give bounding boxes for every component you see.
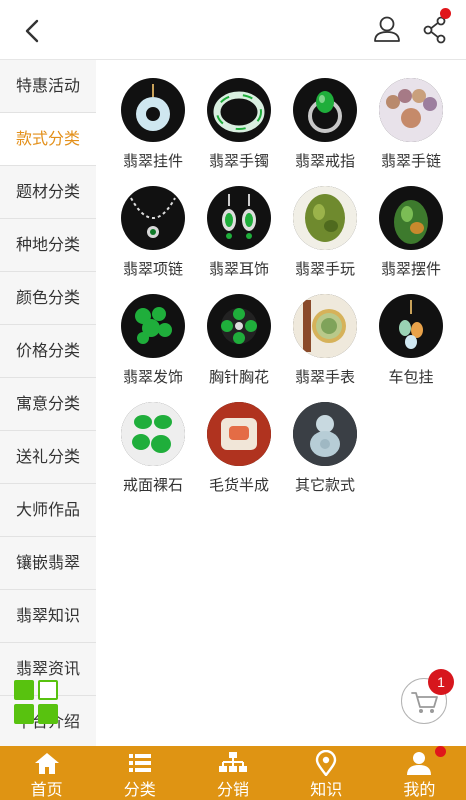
sidebar-item[interactable]: 大师作品 bbox=[0, 484, 96, 537]
category-item[interactable]: 翡翠挂件 bbox=[110, 78, 196, 186]
grid-square bbox=[38, 680, 58, 700]
tab-item[interactable]: 分销 bbox=[186, 746, 279, 800]
category-item[interactable]: 翡翠发饰 bbox=[110, 294, 196, 402]
category-label: 翡翠发饰 bbox=[122, 369, 183, 386]
tab-label: 分销 bbox=[217, 782, 250, 799]
tab-label: 知识 bbox=[310, 782, 343, 799]
tab-item[interactable]: 知识 bbox=[280, 746, 373, 800]
category-thumbnail bbox=[293, 294, 357, 358]
category-label: 翡翠耳饰 bbox=[208, 261, 269, 278]
category-sidebar: 特惠活动 款式分类 题材分类 种地分类 颜色分类 价格分类 寓意分类 送礼分类 大师作品 镶嵌翡翠… bbox=[0, 60, 96, 746]
category-thumbnail bbox=[293, 78, 357, 142]
cart-button[interactable]: 1 bbox=[401, 669, 454, 724]
org-chart-icon bbox=[218, 746, 248, 781]
category-label: 毛货半成 bbox=[208, 477, 269, 494]
category-thumbnail bbox=[379, 186, 443, 250]
category-label: 戒面裸石 bbox=[122, 477, 183, 494]
category-item[interactable]: 翡翠戒指 bbox=[282, 78, 368, 186]
category-label: 翡翠戒指 bbox=[294, 153, 355, 170]
sidebar-item[interactable]: 题材分类 bbox=[0, 166, 96, 219]
sidebar-item[interactable]: 送礼分类 bbox=[0, 431, 96, 484]
sidebar-item[interactable]: 寓意分类 bbox=[0, 378, 96, 431]
category-label: 翡翠手表 bbox=[294, 369, 355, 386]
tab-label: 我的 bbox=[403, 782, 436, 799]
category-thumbnail bbox=[121, 186, 185, 250]
category-thumbnail bbox=[207, 402, 271, 466]
tab-item[interactable]: 首页 bbox=[0, 746, 93, 800]
sidebar-item[interactable]: 特惠活动 bbox=[0, 60, 96, 113]
category-thumbnail bbox=[207, 78, 271, 142]
category-thumbnail bbox=[293, 186, 357, 250]
category-item[interactable]: 胸针胸花 bbox=[196, 294, 282, 402]
category-item[interactable]: 戒面裸石 bbox=[110, 402, 196, 510]
category-thumbnail bbox=[121, 402, 185, 466]
category-label: 翡翠摆件 bbox=[380, 261, 441, 278]
sidebar-item[interactable]: 颜色分类 bbox=[0, 272, 96, 325]
location-pin-icon bbox=[311, 746, 341, 781]
sidebar-item[interactable]: 翡翠知识 bbox=[0, 590, 96, 643]
user-button[interactable] bbox=[372, 14, 402, 44]
category-thumbnail bbox=[379, 78, 443, 142]
category-item[interactable]: 翡翠项链 bbox=[110, 186, 196, 294]
category-label: 翡翠手玩 bbox=[294, 261, 355, 278]
tab-label: 首页 bbox=[30, 782, 63, 799]
back-button[interactable] bbox=[18, 16, 48, 46]
category-item[interactable]: 翡翠耳饰 bbox=[196, 186, 282, 294]
category-thumbnail bbox=[207, 294, 271, 358]
grid-menu-button[interactable] bbox=[14, 680, 60, 726]
category-label: 翡翠手链 bbox=[380, 153, 441, 170]
top-bar bbox=[0, 0, 466, 60]
category-thumbnail bbox=[207, 186, 271, 250]
grid-square bbox=[14, 680, 34, 700]
category-thumbnail bbox=[379, 294, 443, 358]
category-label: 胸针胸花 bbox=[208, 369, 269, 386]
tab-label: 分类 bbox=[123, 782, 156, 799]
user-icon bbox=[404, 746, 434, 781]
sidebar-item[interactable]: 款式分类 bbox=[0, 113, 96, 166]
category-thumbnail bbox=[293, 402, 357, 466]
sidebar-item[interactable]: 镶嵌翡翠 bbox=[0, 537, 96, 590]
category-label: 翡翠项链 bbox=[122, 261, 183, 278]
category-item[interactable]: 翡翠摆件 bbox=[368, 186, 454, 294]
tab-item[interactable]: 我的 bbox=[373, 746, 466, 800]
category-label: 其它款式 bbox=[294, 477, 355, 494]
category-label: 翡翠挂件 bbox=[122, 153, 183, 170]
sidebar-item[interactable]: 种地分类 bbox=[0, 219, 96, 272]
notification-dot bbox=[434, 746, 446, 757]
category-item[interactable]: 翡翠手镯 bbox=[196, 78, 282, 186]
category-item[interactable]: 车包挂 bbox=[368, 294, 454, 402]
notification-dot bbox=[440, 8, 451, 19]
category-item[interactable]: 翡翠手链 bbox=[368, 78, 454, 186]
grid-square bbox=[38, 704, 58, 724]
category-label: 翡翠手镯 bbox=[208, 153, 269, 170]
category-item[interactable]: 其它款式 bbox=[282, 402, 368, 510]
category-item[interactable]: 翡翠手表 bbox=[282, 294, 368, 402]
share-button[interactable] bbox=[420, 8, 451, 44]
category-item[interactable]: 翡翠手玩 bbox=[282, 186, 368, 294]
category-thumbnail bbox=[121, 78, 185, 142]
category-label: 车包挂 bbox=[388, 369, 434, 386]
chevron-left-icon bbox=[25, 19, 39, 43]
bottom-tab-bar: 首页 分类 分销 知识 我的 bbox=[0, 746, 466, 800]
grid-square bbox=[14, 704, 34, 724]
list-icon bbox=[125, 746, 155, 781]
category-grid: 翡翠挂件 翡翠手镯 翡翠戒指 翡翠手链翡翠项链 翡翠耳饰 翡翠手玩 翡翠摆件翡翠发饰 胸针胸花… bbox=[110, 78, 456, 510]
category-item[interactable]: 毛货半成 bbox=[196, 402, 282, 510]
user-icon bbox=[374, 16, 400, 42]
category-thumbnail bbox=[121, 294, 185, 358]
home-icon bbox=[32, 746, 62, 781]
cart-badge: 1 bbox=[428, 669, 454, 695]
sidebar-item[interactable]: 价格分类 bbox=[0, 325, 96, 378]
tab-item[interactable]: 分类 bbox=[93, 746, 186, 800]
